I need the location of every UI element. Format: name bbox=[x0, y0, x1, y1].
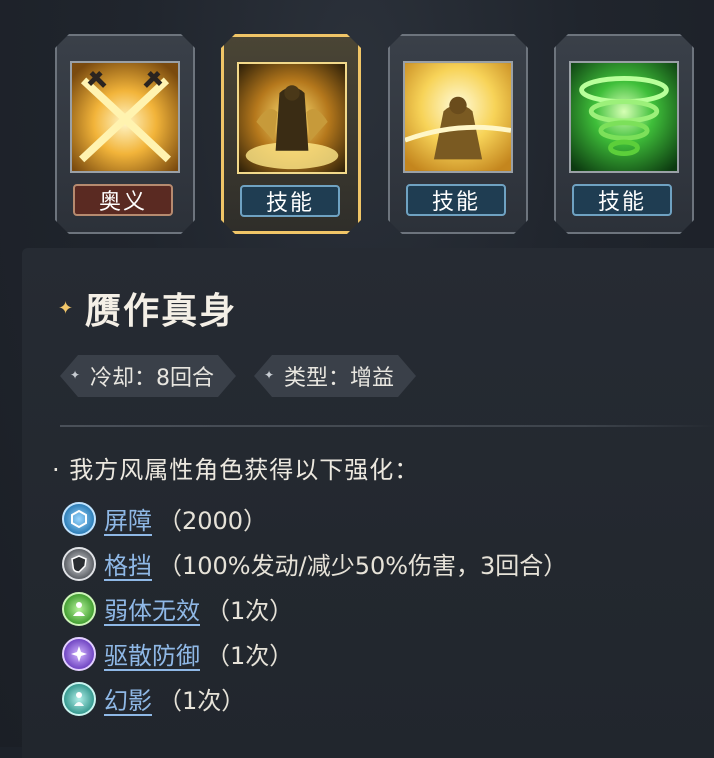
effect-link-barrier[interactable]: 屏障 bbox=[104, 501, 152, 536]
effect-detail: （2000） bbox=[158, 507, 268, 535]
skill-card-2[interactable]: 技能 bbox=[221, 34, 361, 234]
effect-item: 格挡 （100%发动/减少50%伤害，3回合） bbox=[62, 541, 567, 586]
effect-detail: （1次） bbox=[206, 642, 294, 670]
diamond-icon: ✦ bbox=[264, 368, 275, 382]
effect-link-phantom[interactable]: 幻影 bbox=[104, 681, 152, 716]
diamond-icon: ✦ bbox=[70, 368, 81, 382]
effect-list: 屏障 （2000） 格挡 （100%发动/减少50%伤害，3回合） 弱体无效 （… bbox=[62, 496, 567, 721]
effect-link-debuff-immune[interactable]: 弱体无效 bbox=[104, 591, 200, 626]
cooldown-text: 冷却：8回合 bbox=[90, 366, 214, 391]
diamond-icon: ✦ bbox=[58, 297, 74, 319]
effect-item: 幻影 （1次） bbox=[62, 676, 567, 721]
block-shield-icon bbox=[62, 546, 96, 581]
effect-detail: （1次） bbox=[206, 597, 294, 625]
skill-attributes: ✦ 冷却：8回合 ✦ 类型：增益 bbox=[60, 355, 416, 397]
skill-card-4[interactable]: 技能 bbox=[554, 34, 694, 234]
skill-tag-ultimate: 奥义 bbox=[73, 184, 173, 216]
effect-detail: （100%发动/减少50%伤害，3回合） bbox=[158, 552, 568, 580]
type-text: 类型：增益 bbox=[284, 366, 395, 391]
skill-tag: 技能 bbox=[572, 184, 672, 216]
effect-item: 驱散防御 （1次） bbox=[62, 631, 567, 676]
skill-card-3[interactable]: 技能 bbox=[388, 34, 528, 234]
skill-card-1[interactable]: 奥义 bbox=[55, 34, 195, 234]
effect-detail: （1次） bbox=[158, 687, 246, 715]
debuff-immune-icon bbox=[62, 591, 96, 626]
skill-tag: 技能 bbox=[240, 185, 340, 217]
effect-link-block[interactable]: 格挡 bbox=[104, 546, 152, 581]
holy-light-icon bbox=[403, 61, 513, 173]
golden-guardian-icon bbox=[237, 62, 347, 174]
green-tornado-icon bbox=[569, 61, 679, 173]
divider bbox=[60, 425, 714, 427]
skill-description: · 我方风属性角色获得以下强化： bbox=[52, 456, 420, 484]
effect-item: 弱体无效 （1次） bbox=[62, 586, 567, 631]
dispel-defense-icon bbox=[62, 636, 96, 671]
phantom-icon bbox=[62, 681, 96, 716]
type-badge: ✦ 类型：增益 bbox=[254, 355, 416, 397]
cooldown-badge: ✦ 冷却：8回合 bbox=[60, 355, 236, 397]
effect-item: 屏障 （2000） bbox=[62, 496, 567, 541]
crossed-swords-icon bbox=[70, 61, 180, 173]
barrier-icon bbox=[62, 501, 96, 536]
effect-link-dispel-defense[interactable]: 驱散防御 bbox=[104, 636, 200, 671]
skill-selector: 奥义 技能 技能 技能 bbox=[0, 0, 714, 245]
skill-title-row: ✦ 赝作真身 bbox=[58, 282, 237, 334]
skill-tag: 技能 bbox=[406, 184, 506, 216]
skill-title: 赝作真身 bbox=[85, 291, 238, 332]
